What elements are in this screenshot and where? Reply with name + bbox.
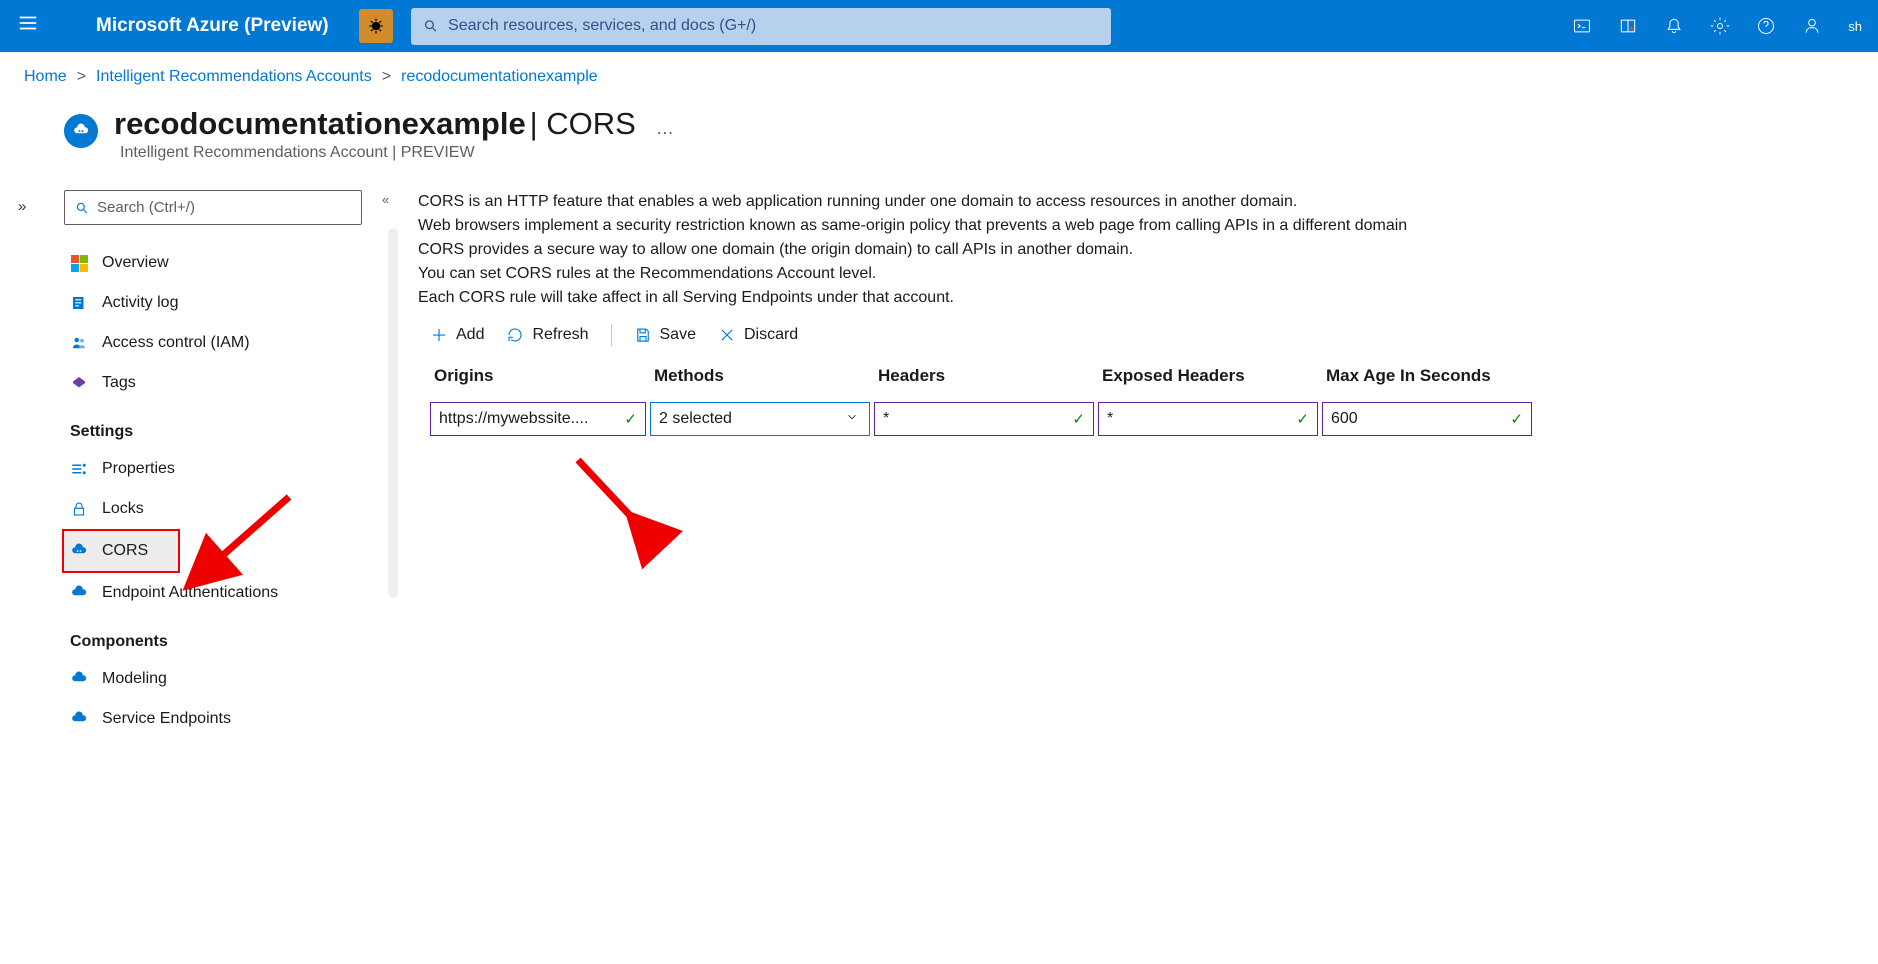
main-content: « CORS is an HTTP feature that enables a… — [398, 190, 1544, 739]
sidebar-item-locks[interactable]: Locks — [64, 489, 398, 529]
breadcrumb-home[interactable]: Home — [24, 68, 67, 86]
search-icon — [423, 18, 438, 34]
resource-type-icon — [64, 114, 98, 148]
cors-description: CORS is an HTTP feature that enables a w… — [418, 190, 1532, 310]
column-header-headers: Headers — [874, 358, 1094, 398]
sidebar-item-cors[interactable]: CORS — [62, 529, 180, 573]
refresh-button[interactable]: Refresh — [506, 326, 588, 344]
sidebar-item-service-endpoints[interactable]: Service Endpoints — [64, 699, 398, 739]
hamburger-menu-button[interactable] — [0, 12, 56, 40]
cloud-shell-icon[interactable] — [1572, 16, 1592, 36]
topbar-action-icons: sh — [1572, 16, 1878, 36]
headers-input[interactable]: * ✓ — [874, 402, 1094, 436]
breadcrumb-level2[interactable]: recodocumentationexample — [401, 68, 598, 86]
save-button[interactable]: Save — [634, 326, 696, 344]
discard-button[interactable]: Discard — [718, 326, 798, 344]
maxage-input[interactable]: 600 ✓ — [1322, 402, 1532, 436]
close-icon — [718, 326, 736, 344]
exposed-headers-input[interactable]: * ✓ — [1098, 402, 1318, 436]
blade-sidebar: Search (Ctrl+/) Overview Activity log Ac… — [64, 190, 398, 739]
endpoint-auth-icon — [70, 584, 88, 602]
properties-icon — [70, 460, 88, 478]
sidebar-search-placeholder: Search (Ctrl+/) — [97, 199, 195, 216]
sidebar-item-overview[interactable]: Overview — [64, 243, 398, 283]
column-header-exposed: Exposed Headers — [1098, 358, 1318, 398]
feedback-icon[interactable] — [1802, 16, 1822, 36]
collapse-sidebar-chevron-icon[interactable]: « — [382, 192, 389, 207]
service-endpoints-icon — [70, 710, 88, 728]
column-header-maxage: Max Age In Seconds — [1322, 358, 1532, 398]
cors-rules-table: Origins Methods Headers Exposed Headers … — [418, 358, 1532, 436]
settings-gear-icon[interactable] — [1710, 16, 1730, 36]
checkmark-icon: ✓ — [1510, 410, 1523, 428]
help-icon[interactable] — [1756, 16, 1776, 36]
bug-icon[interactable] — [359, 9, 393, 43]
plus-icon — [430, 326, 448, 344]
sidebar-item-access-control[interactable]: Access control (IAM) — [64, 323, 398, 363]
sidebar-item-activity-log[interactable]: Activity log — [64, 283, 398, 323]
toolbar: Add Refresh Save Discard — [418, 310, 1532, 358]
user-avatar[interactable]: sh — [1848, 19, 1862, 34]
brand-label[interactable]: Microsoft Azure (Preview) — [56, 15, 359, 37]
refresh-icon — [506, 326, 524, 344]
chevron-down-icon — [845, 410, 859, 429]
search-input[interactable] — [448, 17, 1099, 35]
directories-icon[interactable] — [1618, 16, 1638, 36]
expand-menu-chevron-icon[interactable]: » — [18, 198, 26, 215]
sidebar-group-settings: Settings — [64, 403, 398, 449]
iam-icon — [70, 334, 88, 352]
modeling-icon — [70, 670, 88, 688]
sidebar-item-tags[interactable]: Tags — [64, 363, 398, 403]
resource-name: recodocumentationexample — [114, 106, 526, 141]
column-header-origins: Origins — [430, 358, 646, 398]
tags-icon — [70, 374, 88, 392]
more-actions-button[interactable]: … — [652, 118, 674, 139]
resource-subtitle: Intelligent Recommendations Account | PR… — [0, 144, 1878, 162]
blade-name: CORS — [546, 106, 636, 141]
sidebar-item-modeling[interactable]: Modeling — [64, 659, 398, 699]
methods-dropdown[interactable]: 2 selected — [650, 402, 870, 436]
sidebar-item-properties[interactable]: Properties — [64, 449, 398, 489]
origins-input[interactable]: https://mywebssite.... ✓ — [430, 402, 646, 436]
sidebar-search[interactable]: Search (Ctrl+/) — [64, 190, 362, 225]
sidebar-group-components: Components — [64, 613, 398, 659]
cors-icon — [70, 542, 88, 560]
column-header-methods: Methods — [650, 358, 870, 398]
locks-icon — [70, 500, 88, 518]
save-icon — [634, 326, 652, 344]
breadcrumb-level1[interactable]: Intelligent Recommendations Accounts — [96, 68, 372, 86]
global-search[interactable] — [411, 8, 1111, 45]
search-icon — [75, 201, 89, 215]
add-button[interactable]: Add — [430, 326, 484, 344]
overview-icon — [70, 254, 88, 272]
toolbar-divider — [611, 324, 612, 346]
checkmark-icon: ✓ — [1296, 410, 1309, 428]
breadcrumb: Home > Intelligent Recommendations Accou… — [0, 52, 1878, 86]
top-bar: Microsoft Azure (Preview) sh — [0, 0, 1878, 52]
annotation-arrow — [563, 445, 673, 558]
sidebar-item-endpoint-auth[interactable]: Endpoint Authentications — [64, 573, 398, 613]
checkmark-icon: ✓ — [1072, 410, 1085, 428]
page-title-row: recodocumentationexample | CORS … — [0, 86, 1878, 142]
checkmark-icon: ✓ — [624, 410, 637, 428]
notifications-icon[interactable] — [1664, 16, 1684, 36]
activity-log-icon — [70, 294, 88, 312]
